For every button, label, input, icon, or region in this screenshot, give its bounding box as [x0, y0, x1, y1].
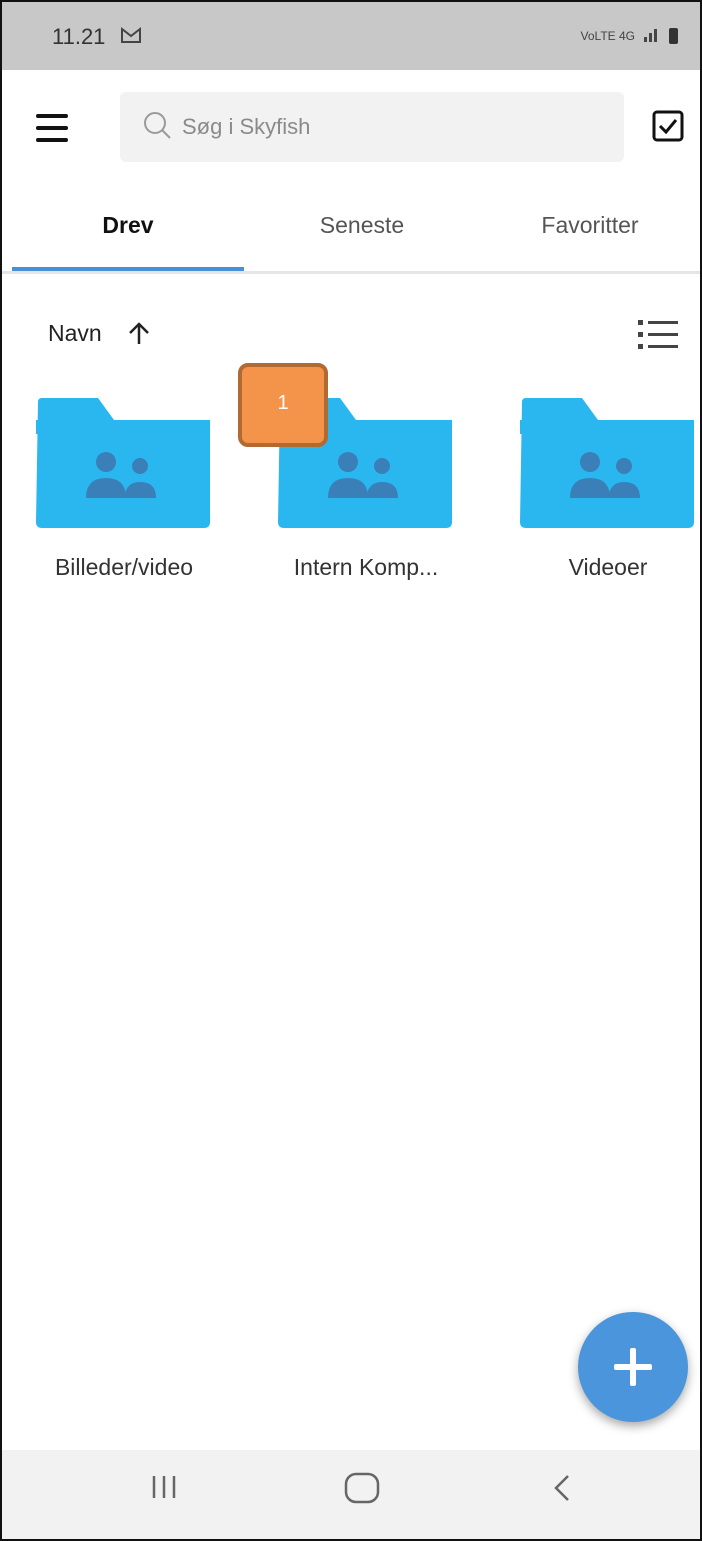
shared-folder-icon [34, 398, 210, 534]
list-view-icon[interactable] [638, 318, 678, 357]
back-icon[interactable] [544, 1468, 580, 1513]
search-placeholder: Søg i Skyfish [182, 114, 311, 139]
sort-label[interactable]: Navn [48, 320, 102, 347]
folder-item[interactable]: Billeder/video [34, 394, 214, 580]
annotation-badge: 1 [238, 363, 328, 447]
shared-folder-icon [518, 398, 694, 534]
tab-drev[interactable]: Drev [12, 212, 244, 239]
phone-screen: 11.21 VoLTE 4G Søg i Skyfish Drev Senest… [0, 0, 702, 1541]
search-input[interactable]: Søg i Skyfish [120, 92, 624, 162]
plus-icon [630, 1348, 636, 1386]
sort-row: Navn [2, 302, 700, 366]
active-tab-indicator [12, 267, 244, 271]
signal-icon [643, 26, 661, 45]
recent-apps-icon[interactable] [146, 1468, 182, 1509]
network-text: VoLTE 4G [580, 28, 635, 43]
shared-folder-icon [276, 398, 452, 534]
tab-favoritter[interactable]: Favoritter [480, 212, 700, 239]
arrow-up-icon[interactable] [126, 320, 152, 351]
folder-label: Intern Komp... [293, 554, 439, 580]
home-icon[interactable] [342, 1468, 382, 1513]
top-bar: Søg i Skyfish [2, 70, 700, 188]
tab-seneste[interactable]: Seneste [248, 212, 476, 239]
hamburger-menu-icon[interactable] [30, 110, 78, 148]
multi-select-checkbox-icon[interactable] [652, 110, 684, 142]
folder-label: Billeder/video [54, 554, 194, 580]
system-navigation-bar [2, 1450, 700, 1539]
status-time: 11.21 [52, 24, 106, 49]
add-button[interactable] [578, 1312, 688, 1422]
search-icon [142, 110, 172, 145]
battery-icon [669, 27, 678, 44]
folder-label: Videoer [568, 554, 648, 580]
status-bar: 11.21 VoLTE 4G [2, 2, 700, 70]
gmail-icon [120, 26, 142, 49]
folder-item[interactable]: Videoer [518, 394, 698, 580]
status-icons: VoLTE 4G [581, 26, 678, 45]
tab-bar: Drev Seneste Favoritter [2, 188, 700, 274]
